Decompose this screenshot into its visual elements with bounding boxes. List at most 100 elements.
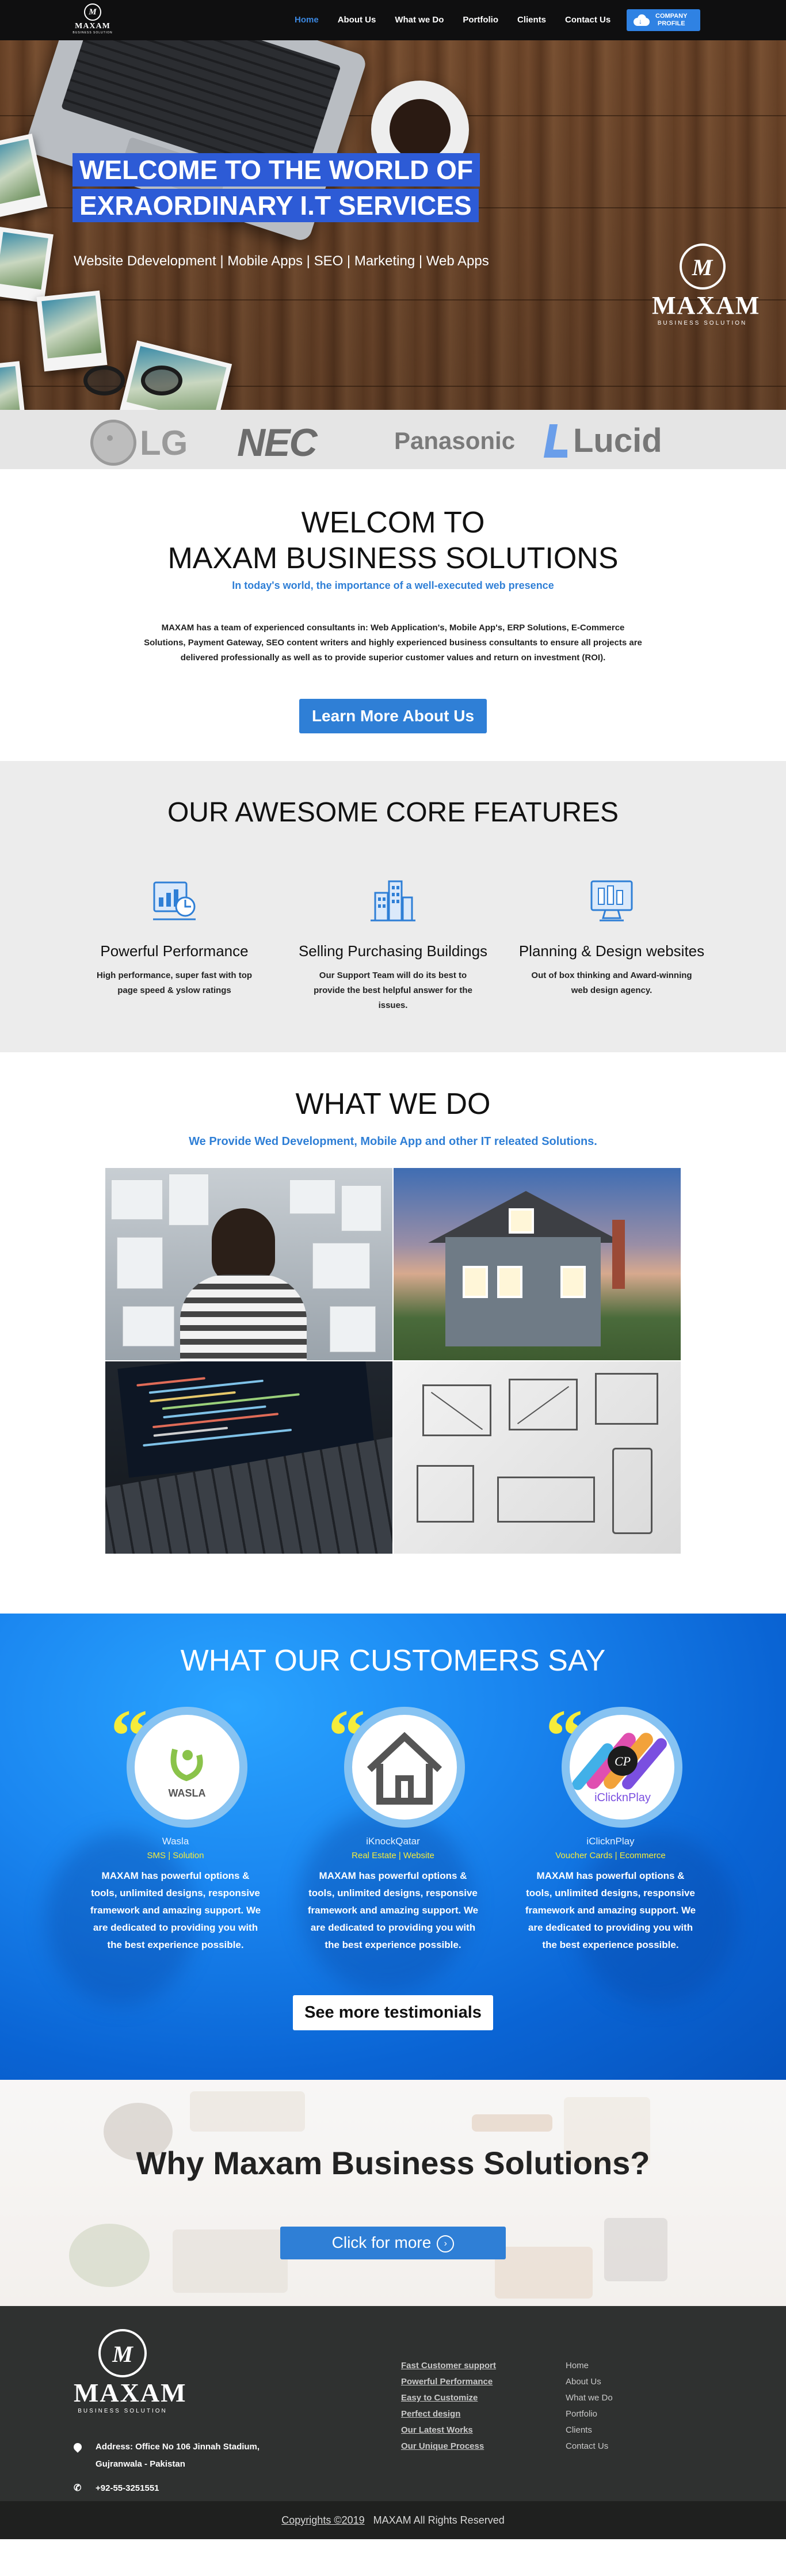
profile-button-line1: COMPANY <box>655 13 688 20</box>
lg-face-icon <box>90 420 136 466</box>
client-avatar: CP iClicknPlay <box>562 1707 682 1828</box>
what-we-do-section: WHAT WE DO We Provide Wed Development, M… <box>0 1052 786 1614</box>
feature-title: Selling Purchasing Buildings <box>298 942 488 960</box>
nav-what-we-do[interactable]: What we Do <box>395 15 444 25</box>
header-logo[interactable]: MAXAM BUSINESS SOLUTION <box>73 3 113 37</box>
nav-clients[interactable]: Clients <box>517 15 546 25</box>
designer-wall-image[interactable] <box>105 1168 392 1360</box>
logo-tagline: BUSINESS SOLUTION <box>73 31 113 35</box>
footer-nav-what-we-do[interactable]: What we Do <box>566 2390 613 2406</box>
feature-desc: High performance, super fast with top pa… <box>96 971 253 995</box>
footer-link-fast-support[interactable]: Fast Customer support <box>401 2358 496 2374</box>
nav-contact-us[interactable]: Contact Us <box>565 15 611 25</box>
welcome-title: WELCOM TO MAXAM BUSINESS SOLUTIONS <box>167 506 619 575</box>
house-image[interactable] <box>394 1168 681 1360</box>
laptop-code-image[interactable] <box>105 1361 392 1554</box>
testimonial-text: MAXAM has powerful options & tools, unli… <box>307 1870 479 1950</box>
footer-nav-portfolio[interactable]: Portfolio <box>566 2406 613 2422</box>
footer-link-latest-works[interactable]: Our Latest Works <box>401 2422 496 2438</box>
feature-title: Planning & Design websites <box>518 942 705 960</box>
nav-home[interactable]: Home <box>295 15 319 25</box>
address-line2: Gujranwala - Pakistan <box>96 2459 185 2469</box>
client-role: SMS | Solution <box>147 1851 204 1860</box>
address-line1: Address: Office No 106 Jinnah Stadium, <box>96 2442 260 2452</box>
footer-link-powerful-performance[interactable]: Powerful Performance <box>401 2374 496 2390</box>
client-name: Wasla <box>162 1836 189 1847</box>
client-name: iClicknPlay <box>586 1836 635 1847</box>
testimonial-card: “ CP iClicknPlay iClicknPlay Voucher Car… <box>502 1699 719 1954</box>
svg-text:iClicknPlay: iClicknPlay <box>594 1791 651 1804</box>
footer-logo[interactable]: MAXAM BUSINESS SOLUTION <box>74 2329 187 2414</box>
testimonial-card: “ iKnockQatar Real Estate | Website MAXA… <box>284 1699 502 1954</box>
testimonials-title: WHAT OUR CUSTOMERS SAY <box>180 1644 606 1677</box>
see-more-testimonials-button[interactable]: See more testimonials <box>293 1995 493 2030</box>
footer-nav-home[interactable]: Home <box>566 2358 613 2374</box>
footer-link-easy-customize[interactable]: Easy to Customize <box>401 2390 496 2406</box>
why-section: Why Maxam Business Solutions? Click for … <box>0 2080 786 2306</box>
maxam-logo-icon <box>679 243 726 290</box>
lg-logo: LG <box>90 420 188 466</box>
copyright-link[interactable]: Copyrights ©2019 <box>281 2514 364 2526</box>
copyright-bar: Copyrights ©2019 MAXAM All Rights Reserv… <box>0 2501 786 2539</box>
why-title: Why Maxam Business Solutions? <box>136 2145 650 2181</box>
location-pin-icon <box>72 2441 83 2453</box>
footer-features-links: Fast Customer support Powerful Performan… <box>401 2358 496 2455</box>
logo-brand: MAXAM <box>75 22 110 31</box>
feature-item: Planning & Design websites Out of box th… <box>502 878 721 1013</box>
click-for-more-button[interactable]: Click for more › <box>280 2227 506 2259</box>
footer-link-unique-process[interactable]: Our Unique Process <box>401 2438 496 2455</box>
features-section: OUR AWESOME CORE FEATURES Powerful Perfo… <box>0 761 786 1052</box>
lucid-logo: Lucid <box>547 421 662 460</box>
testimonials-section: WHAT OUR CUSTOMERS SAY “ WASLA Wasla SMS… <box>0 1614 786 2080</box>
hero-logo: MAXAM BUSINESS SOLUTION <box>652 243 759 326</box>
design-monitor-icon <box>588 878 635 923</box>
nec-logo: NEC <box>237 421 318 465</box>
copyright-text: MAXAM All Rights Reserved <box>373 2514 505 2526</box>
wireframe-sketch-image[interactable] <box>394 1361 681 1554</box>
main-nav: Home About Us What we Do Portfolio Clien… <box>295 15 629 25</box>
feature-desc: Our Support Team will do its best to pro… <box>314 971 472 1010</box>
footer-nav-contact-us[interactable]: Contact Us <box>566 2438 613 2455</box>
feature-item: Powerful Performance High performance, s… <box>65 878 284 1013</box>
hero-title-line1: WELCOME TO THE WORLD OF <box>73 153 480 187</box>
client-avatar <box>344 1707 465 1828</box>
cloud-download-icon: ↓ <box>634 14 650 26</box>
nav-portfolio[interactable]: Portfolio <box>463 15 498 25</box>
testimonial-text: MAXAM has powerful options & tools, unli… <box>90 1870 261 1950</box>
arrow-right-icon: › <box>437 2235 455 2252</box>
testimonial-card: “ WASLA Wasla SMS | Solution MAXAM has p… <box>67 1699 284 1954</box>
maxam-logo-icon <box>98 2329 147 2377</box>
svg-text:CP: CP <box>615 1754 631 1768</box>
site-header: MAXAM BUSINESS SOLUTION Home About Us Wh… <box>0 0 786 40</box>
feature-desc: Out of box thinking and Award-winning we… <box>531 971 692 995</box>
footer-nav-about-us[interactable]: About Us <box>566 2374 613 2390</box>
hero-section: WELCOME TO THE WORLD OF EXRAORDINARY I.T… <box>0 40 786 410</box>
phone-icon: ✆ <box>74 2483 82 2493</box>
feature-item: Selling Purchasing Buildings Our Support… <box>284 878 502 1013</box>
nav-about-us[interactable]: About Us <box>338 15 376 25</box>
what-we-do-title: WHAT WE DO <box>295 1087 491 1121</box>
services-image-grid <box>105 1168 681 1554</box>
polaroid-photo <box>36 290 108 372</box>
panasonic-logo: Panasonic <box>394 427 516 454</box>
performance-report-icon <box>151 878 198 923</box>
learn-more-button[interactable]: Learn More About Us <box>299 699 487 733</box>
svg-text:WASLA: WASLA <box>169 1787 206 1799</box>
maxam-logo-icon <box>84 3 101 21</box>
testimonial-text: MAXAM has powerful options & tools, unli… <box>525 1870 696 1950</box>
sunglasses-image <box>83 366 193 400</box>
footer-contact: Address: Office No 106 Jinnah Stadium, G… <box>72 2438 260 2497</box>
polaroid-photo <box>0 226 54 303</box>
footer-logo-brand: MAXAM <box>74 2378 187 2407</box>
footer-nav-links: Home About Us What we Do Portfolio Clien… <box>566 2358 613 2455</box>
footer-nav-clients[interactable]: Clients <box>566 2422 613 2438</box>
footer-logo-tagline: BUSINESS SOLUTION <box>78 2408 167 2414</box>
what-we-do-tagline: We Provide Wed Development, Mobile App a… <box>189 1135 597 1148</box>
company-profile-button[interactable]: ↓ COMPANY PROFILE <box>627 9 700 31</box>
welcome-tagline: In today's world, the importance of a we… <box>232 580 554 591</box>
footer-link-perfect-design[interactable]: Perfect design <box>401 2406 496 2422</box>
lucid-mark-icon <box>547 424 568 458</box>
client-role: Real Estate | Website <box>352 1851 434 1860</box>
client-role: Voucher Cards | Ecommerce <box>555 1851 666 1860</box>
hero-subtitle: Website Ddevelopment | Mobile Apps | SEO… <box>74 253 489 269</box>
